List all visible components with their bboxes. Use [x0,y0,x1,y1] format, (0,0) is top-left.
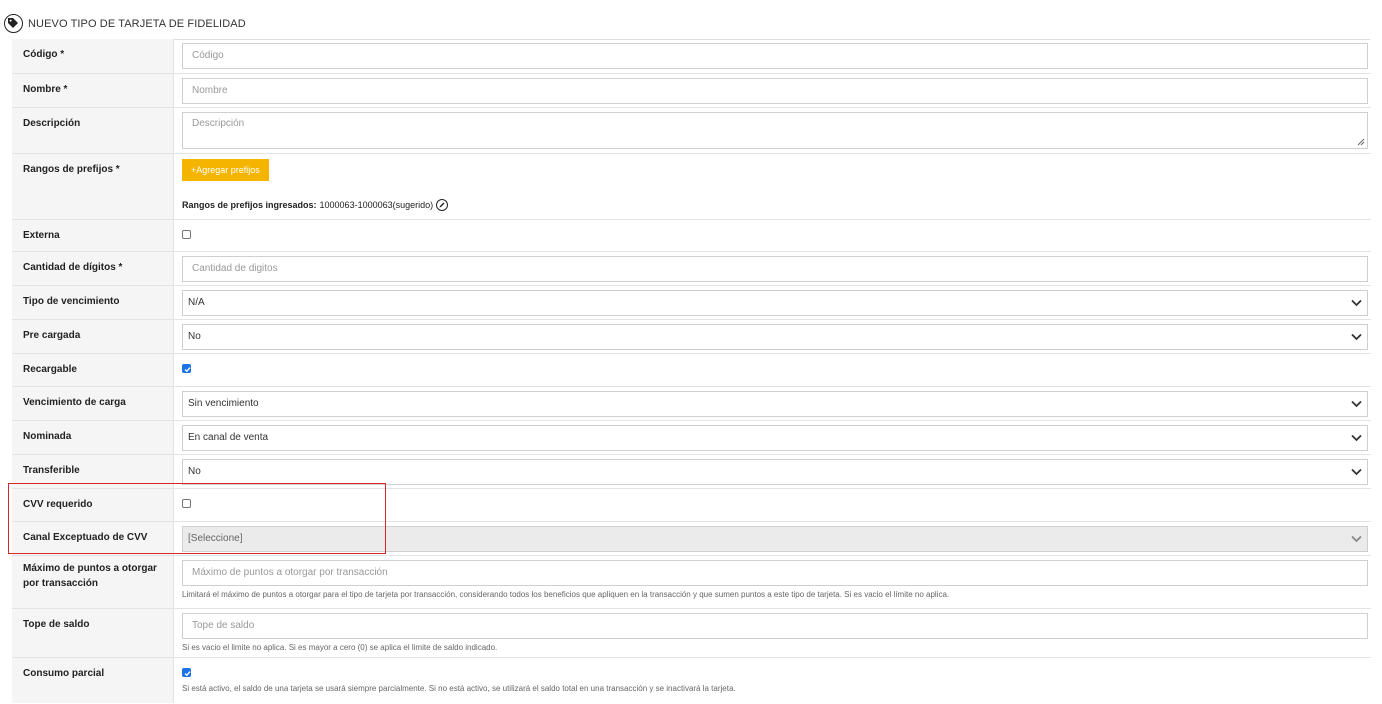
chevron-down-icon [1351,299,1362,307]
row-externa: Externa [12,219,1371,251]
row-nombre: Nombre * Nombre [12,73,1371,107]
nominada-select[interactable]: En canal de venta [182,425,1368,451]
consumo-parcial-label: Consumo parcial [12,658,174,703]
row-recargable: Recargable [12,353,1371,386]
pre-cargada-label: Pre cargada [12,320,174,353]
page-title: NUEVO TIPO DE TARJETA DE FIDELIDAD [28,18,246,30]
vencimiento-carga-label: Vencimiento de carga [12,387,174,420]
nombre-label: Nombre * [12,74,174,107]
prefix-ranges-label: Rangos de prefijos ingresados: [182,200,317,210]
transferible-value: No [188,466,201,477]
row-descripcion: Descripción Descripción [12,107,1371,153]
loyalty-card-type-form: Código * Código Nombre * Nombre Descripc… [12,39,1371,703]
consumo-parcial-checkbox[interactable] [182,668,191,677]
tope-saldo-help: Si es vacio el limite no aplica. Si es m… [182,643,498,652]
vencimiento-carga-select[interactable]: Sin vencimiento [182,391,1368,417]
chevron-down-icon [1351,400,1362,408]
tope-saldo-input[interactable]: Tope de saldo [182,613,1368,639]
add-prefix-button[interactable]: +Agregar prefijos [182,159,269,181]
codigo-label: Código * [12,39,174,73]
row-vencimiento-carga: Vencimiento de carga Sin vencimiento [12,386,1371,420]
externa-label: Externa [12,220,174,251]
vencimiento-carga-value: Sin vencimiento [188,398,259,409]
nombre-input[interactable]: Nombre [182,78,1368,104]
row-cantidad-digitos: Cantidad de dígitos * Cantidad de digito… [12,251,1371,285]
externa-checkbox[interactable] [182,230,191,239]
prefix-ranges: Rangos de prefijos ingresados: 1000063-1… [182,199,1368,211]
transferible-select[interactable]: No [182,459,1368,485]
row-max-puntos: Máximo de puntos a otorgar por transacci… [12,555,1371,608]
row-tipo-vencimiento: Tipo de vencimiento N/A [12,285,1371,319]
tope-saldo-label: Tope de saldo [12,609,174,657]
row-nominada: Nominada En canal de venta [12,420,1371,454]
page-header: NUEVO TIPO DE TARJETA DE FIDELIDAD [0,11,1382,40]
pencil-icon[interactable] [436,199,449,211]
descripcion-label: Descripción [12,108,174,153]
row-consumo-parcial: Consumo parcial Si está activo, el saldo… [12,657,1371,703]
cantidad-digitos-label: Cantidad de dígitos * [12,252,174,285]
descripcion-textarea[interactable]: Descripción [182,112,1368,149]
tipo-vencimiento-label: Tipo de vencimiento [12,286,174,319]
recargable-checkbox[interactable] [182,364,191,373]
rangos-label: Rangos de prefijos * [12,154,174,219]
prefix-ranges-value: 1000063-1000063(sugerido) [319,200,434,210]
row-pre-cargada: Pre cargada No [12,319,1371,353]
tipo-vencimiento-select[interactable]: N/A [182,290,1368,316]
chevron-down-icon [1351,333,1362,341]
cantidad-digitos-input[interactable]: Cantidad de digitos [182,256,1368,282]
chevron-down-icon [1351,434,1362,442]
cvv-highlight-box [8,483,386,554]
max-puntos-input[interactable]: Máximo de puntos a otorgar por transacci… [182,560,1368,586]
nominada-label: Nominada [12,421,174,454]
nominada-value: En canal de venta [188,432,269,443]
descripcion-placeholder: Descripción [192,118,245,129]
pre-cargada-select[interactable]: No [182,324,1368,350]
row-tope-saldo: Tope de saldo Tope de saldo Si es vacio … [12,608,1371,657]
chevron-down-icon [1351,468,1362,476]
chevron-down-icon [1351,535,1362,543]
max-puntos-help: Limitará el máximo de puntos a otorgar p… [182,590,950,599]
tipo-vencimiento-value: N/A [188,297,205,308]
resize-grip-icon[interactable] [1357,138,1365,146]
recargable-label: Recargable [12,354,174,386]
max-puntos-label: Máximo de puntos a otorgar por transacci… [12,556,174,608]
tag-icon [4,14,23,33]
codigo-input[interactable]: Código [182,43,1368,69]
consumo-parcial-help: Si está activo, el saldo de una tarjeta … [182,684,736,693]
row-rangos: Rangos de prefijos * +Agregar prefijos R… [12,153,1371,219]
row-codigo: Código * Código [12,39,1371,73]
pre-cargada-value: No [188,331,201,342]
